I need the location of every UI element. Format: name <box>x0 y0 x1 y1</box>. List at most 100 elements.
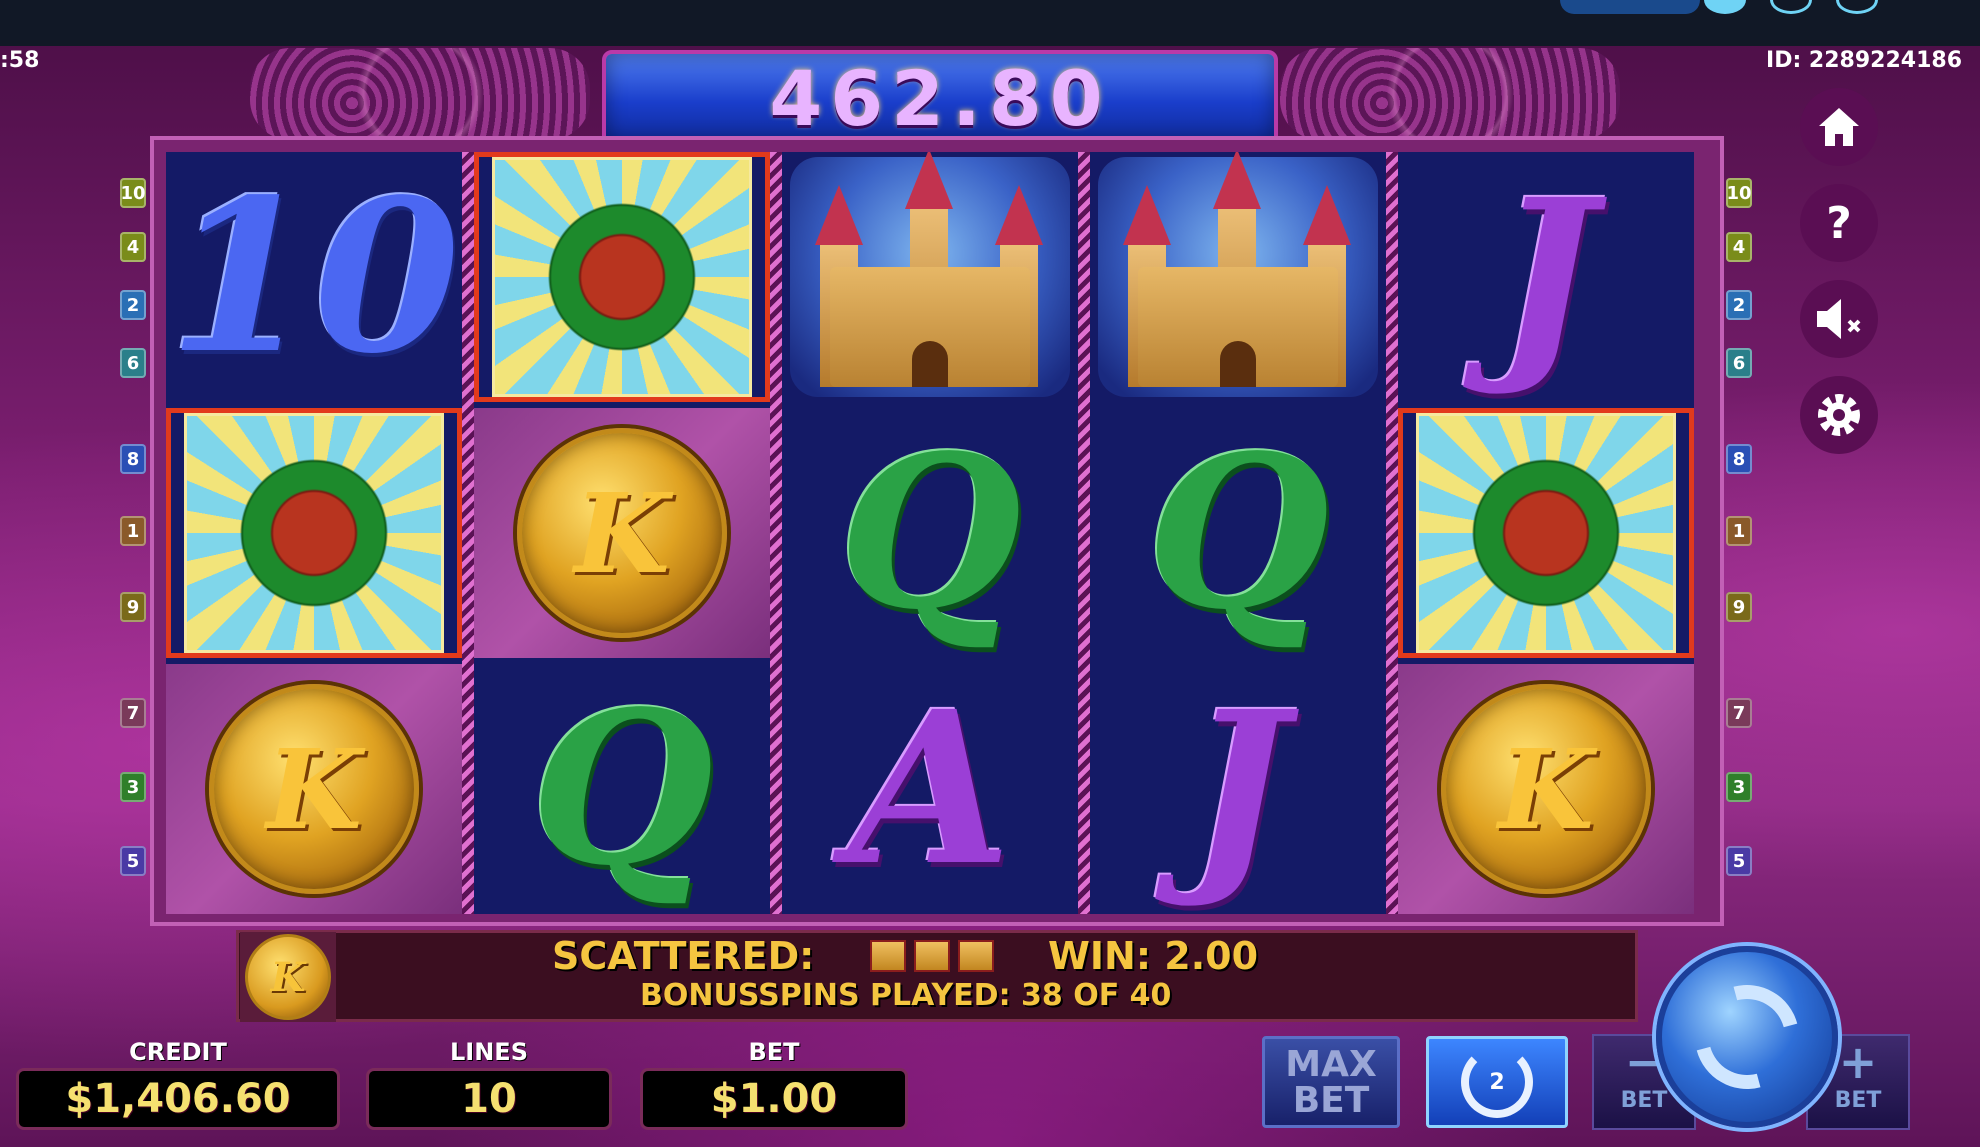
payline-marker-left[interactable]: 10 <box>120 178 146 208</box>
reel: JK <box>1398 152 1694 914</box>
payline-marker-right[interactable]: 3 <box>1726 772 1752 802</box>
game-id: ID: 2289224186 <box>1766 48 1962 73</box>
symbol-letter: 10 <box>167 153 461 400</box>
payline-marker-right[interactable]: 5 <box>1726 846 1752 876</box>
reel-cell: 10 <box>166 152 462 402</box>
sun-symbol-icon <box>1416 413 1676 653</box>
top-dot-icon[interactable] <box>1836 0 1878 14</box>
symbol-letter: A <box>848 665 1012 912</box>
castle-roof <box>815 185 863 245</box>
reel-cell <box>474 152 770 402</box>
payline-marker-left[interactable]: 5 <box>120 846 146 876</box>
book-icon <box>958 940 994 972</box>
autoplay-button[interactable]: 2 <box>1426 1036 1568 1128</box>
reel-cell: K <box>474 408 770 658</box>
reel: KQ <box>474 152 770 914</box>
payline-marker-left[interactable]: 8 <box>120 444 146 474</box>
reel: QJ <box>1090 152 1386 914</box>
book-icon <box>870 940 906 972</box>
castle-symbol-icon <box>1098 152 1378 397</box>
payline-marker-left[interactable]: 3 <box>120 772 146 802</box>
spin-button[interactable] <box>1656 946 1838 1128</box>
top-pill <box>1560 0 1700 14</box>
coin-symbol-icon: K <box>1441 684 1651 894</box>
top-dot-icon[interactable] <box>1704 0 1746 14</box>
lines-label: LINES <box>450 1038 528 1066</box>
lines-value[interactable]: 10 <box>366 1068 612 1130</box>
payline-marker-right[interactable]: 8 <box>1726 444 1752 474</box>
reel: QA <box>782 152 1078 914</box>
payline-marker-left[interactable]: 2 <box>120 290 146 320</box>
payline-marker-right[interactable]: 1 <box>1726 516 1752 546</box>
payline-marker-left[interactable]: 9 <box>120 592 146 622</box>
clock: :58 <box>0 48 40 73</box>
reels-area: 10 K K Q Q A Q J J K <box>150 136 1724 926</box>
payline-marker-right[interactable]: 2 <box>1726 290 1752 320</box>
top-bar <box>0 0 1980 46</box>
castle-roof <box>1213 152 1261 209</box>
sun-symbol-icon <box>184 413 444 653</box>
spin-icon <box>1675 965 1819 1109</box>
reel-cell: J <box>1398 152 1694 402</box>
castle-roof <box>995 185 1043 245</box>
reel-cell <box>1398 408 1694 658</box>
reel-separator <box>1386 152 1398 914</box>
top-dot-icon[interactable] <box>1770 0 1812 14</box>
sound-muted-icon <box>1817 299 1861 339</box>
bet-plus-label: BET <box>1834 1088 1882 1113</box>
symbol-letter: Q <box>1146 409 1330 656</box>
autoplay-count: 2 <box>1489 1069 1505 1095</box>
castle-roof <box>1123 185 1171 245</box>
castle-roof <box>1303 185 1351 245</box>
reel-cell: J <box>1090 664 1386 914</box>
payline-marker-left[interactable]: 6 <box>120 348 146 378</box>
celtic-ornament-right <box>1280 48 1620 140</box>
reel-separator <box>770 152 782 914</box>
castle-roof <box>905 152 953 209</box>
max-bet-line1: MAX <box>1285 1044 1377 1085</box>
symbol-letter: J <box>1188 665 1288 912</box>
reel-cell: K <box>1398 664 1694 914</box>
coin-symbol-icon: K <box>209 684 419 894</box>
reel-cell: Q <box>474 664 770 914</box>
coin-icon: K <box>245 934 331 1020</box>
max-bet-button[interactable]: MAX BET <box>1262 1036 1400 1128</box>
payline-marker-left[interactable]: 4 <box>120 232 146 262</box>
win-label: WIN: 2.00 <box>1048 934 1259 978</box>
reel-cell: Q <box>1090 408 1386 658</box>
scattered-label: SCATTERED: <box>552 934 815 978</box>
symbol-letter: Q <box>530 665 714 912</box>
symbol-letter: Q <box>838 409 1022 656</box>
payline-marker-right[interactable]: 9 <box>1726 592 1752 622</box>
bet-label: BET <box>748 1038 800 1066</box>
celtic-ornament-left <box>250 48 590 140</box>
reel-cell: K <box>166 664 462 914</box>
reel-cell <box>1090 152 1386 402</box>
sound-button[interactable] <box>1800 280 1878 358</box>
balance-display: 462.80 <box>602 50 1278 146</box>
credit-label: CREDIT <box>129 1038 227 1066</box>
autoplay-icon: 2 <box>1461 1046 1533 1118</box>
symbol-letter: J <box>1496 153 1596 400</box>
reel-separator <box>1078 152 1090 914</box>
payline-marker-right[interactable]: 4 <box>1726 232 1752 262</box>
home-icon <box>1819 108 1859 146</box>
reel-separator <box>462 152 474 914</box>
payline-marker-right[interactable]: 7 <box>1726 698 1752 728</box>
reel-cell: Q <box>782 408 1078 658</box>
castle-symbol-icon <box>790 152 1070 397</box>
castle-door <box>912 341 948 387</box>
credit-value: $1,406.60 <box>16 1068 340 1130</box>
settings-button[interactable] <box>1800 376 1878 454</box>
home-button[interactable] <box>1800 88 1878 166</box>
payline-marker-right[interactable]: 6 <box>1726 348 1752 378</box>
payline-marker-left[interactable]: 7 <box>120 698 146 728</box>
payline-marker-left[interactable]: 1 <box>120 516 146 546</box>
reel-cell <box>166 408 462 658</box>
reel-cell: A <box>782 664 1078 914</box>
bet-value: $1.00 <box>640 1068 908 1130</box>
info-coin: K <box>240 932 336 1022</box>
help-button[interactable]: ? <box>1800 184 1878 262</box>
help-icon: ? <box>1826 197 1852 249</box>
payline-marker-right[interactable]: 10 <box>1726 178 1752 208</box>
